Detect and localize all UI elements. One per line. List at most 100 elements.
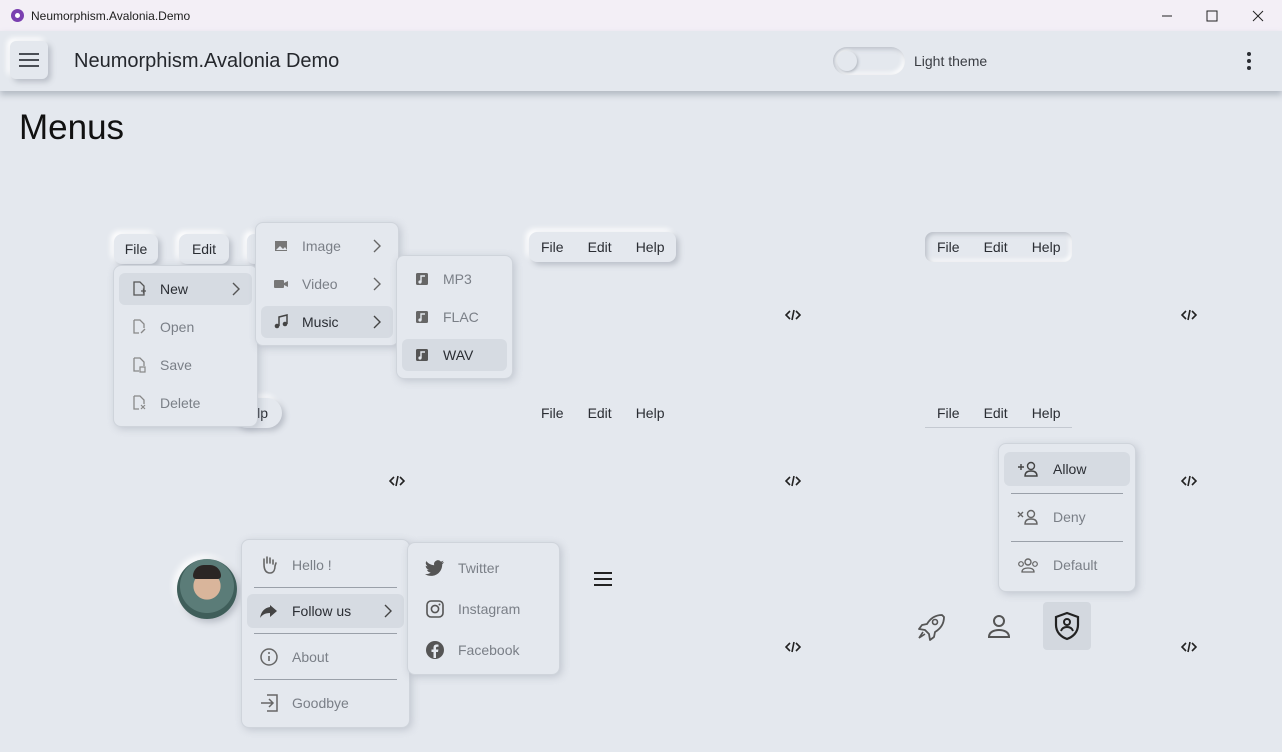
menu-item-video[interactable]: Video [261,268,393,300]
menu-file[interactable]: File [925,239,972,255]
menu-separator [1011,493,1123,494]
code-icon[interactable] [785,639,801,655]
shield-account-icon [1054,611,1080,641]
menu-item-facebook[interactable]: Facebook [413,633,554,667]
minimize-button[interactable] [1144,0,1190,31]
music-file-icon [414,347,430,363]
menu-item-label: Image [302,238,341,254]
window-title: Neumorphism.Avalonia.Demo [31,9,191,23]
menu-item-music[interactable]: Music [261,306,393,338]
chevron-right-icon [384,604,392,618]
menu-item-label: Instagram [458,601,521,617]
menu-item-hello[interactable]: Hello ! [247,548,404,582]
maximize-button[interactable] [1189,0,1235,31]
menu-item-delete[interactable]: Delete [119,387,252,419]
menu-edit[interactable]: Edit [576,239,624,255]
menu-item-label: Follow us [292,603,352,619]
menu-item-goodbye[interactable]: Goodbye [247,686,404,720]
avatar[interactable] [177,559,237,619]
menu-item-allow[interactable]: Allow [1004,452,1130,486]
page-title: Menus [19,108,125,147]
menu-help[interactable]: Help [1020,239,1073,255]
share-icon [259,603,279,619]
menu-item-new[interactable]: New [119,273,252,305]
file-delete-icon [131,395,147,411]
minimize-icon [1162,15,1172,16]
rocket-icon [918,614,945,641]
menu-item-open[interactable]: Open [119,311,252,343]
menu-item-wav[interactable]: WAV [402,339,507,371]
menu-separator [254,587,397,588]
menu-item-about[interactable]: About [247,640,404,674]
menu1-edit[interactable]: Edit [179,234,229,264]
menu-item-label: Goodbye [292,695,349,711]
file-plus-icon [131,281,147,297]
menu-help[interactable]: Help [624,239,677,255]
shield-account-button[interactable] [1043,602,1091,650]
file-save-icon [131,357,147,373]
app-title: Neumorphism.Avalonia Demo [74,50,340,72]
menu-item-label: Music [302,314,339,330]
menu-separator [254,633,397,634]
menu-item-label: Default [1053,557,1098,573]
menubar-flat: File Edit Help [529,398,676,428]
menu-edit[interactable]: Edit [972,239,1020,255]
menu-file[interactable]: File [529,405,576,421]
menu-help[interactable]: Help [1020,405,1073,421]
theme-toggle[interactable] [833,47,905,75]
rocket-button[interactable] [907,602,955,650]
menubar-underline: File Edit Help [925,398,1073,428]
menu1-file[interactable]: File [114,234,158,264]
menu-item-flac[interactable]: FLAC [402,301,507,333]
permission-menu-popup: Allow Deny Default [998,443,1136,592]
menu-separator [1011,541,1123,542]
code-icon[interactable] [389,473,405,489]
menu-item-image[interactable]: Image [261,230,393,262]
menu-file[interactable]: File [925,405,972,421]
app-bar: Neumorphism.Avalonia Demo Light theme [0,31,1282,91]
menu-edit[interactable]: Edit [576,405,624,421]
menu-item-label: Video [302,276,338,292]
menu-item-label: Allow [1053,461,1087,477]
code-icon[interactable] [1181,473,1197,489]
menu-item-label: About [292,649,329,665]
info-icon [259,648,279,666]
menu-item-mp3[interactable]: MP3 [402,263,507,295]
menu-item-instagram[interactable]: Instagram [413,592,554,626]
code-icon[interactable] [1181,307,1197,323]
music-icon [273,314,289,330]
menu-item-save[interactable]: Save [119,349,252,381]
chevron-right-icon [373,239,381,253]
nav-drawer-button[interactable] [10,41,48,79]
exit-icon [259,694,279,712]
social-submenu-popup: Twitter Instagram Facebook [407,542,560,675]
menu-item-deny[interactable]: Deny [1004,500,1130,534]
menu-help[interactable]: Help [624,405,677,421]
menu-item-twitter[interactable]: Twitter [413,551,554,585]
menubar-inset: File Edit Help [925,232,1073,262]
menu-item-label: Save [160,357,192,373]
code-icon[interactable] [785,473,801,489]
context-menu-popup: Hello ! Follow us About Goodbye [241,539,410,728]
window-titlebar: Neumorphism.Avalonia.Demo [0,0,1282,31]
menu-item-label: New [160,281,189,297]
account-plus-icon [1016,461,1040,477]
account-button[interactable] [975,602,1023,650]
menu-item-follow-us[interactable]: Follow us [247,594,404,628]
close-button[interactable] [1235,0,1281,31]
hand-wave-icon [259,556,279,574]
code-icon[interactable] [785,307,801,323]
code-icon[interactable] [1181,639,1197,655]
menu-item-label: Delete [160,395,201,411]
chevron-right-icon [373,315,381,329]
menu-item-default[interactable]: Default [1004,548,1130,582]
menu-item-label: Facebook [458,642,520,658]
maximize-icon [1206,10,1218,21]
more-options-button[interactable] [1238,49,1260,73]
toggle-knob [837,51,857,71]
menu-edit[interactable]: Edit [972,405,1020,421]
menu-item-label: Hello ! [292,557,332,573]
video-icon [273,276,289,292]
hamburger-menu-icon[interactable] [594,572,612,586]
menu-file[interactable]: File [529,239,576,255]
